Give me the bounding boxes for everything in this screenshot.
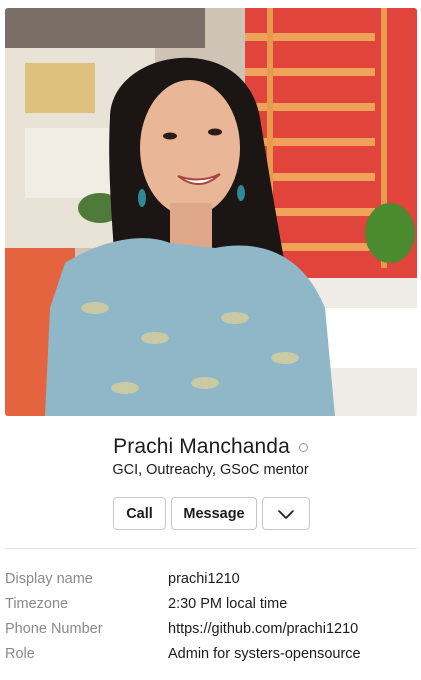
chevron-down-icon <box>278 509 294 519</box>
field-display-name: Display name prachi1210 <box>5 566 417 591</box>
profile-title: GCI, Outreachy, GSoC mentor <box>112 462 309 478</box>
field-role: Role Admin for systers-opensource <box>5 641 417 666</box>
field-phone-number: Phone Number https://github.com/prachi12… <box>5 616 417 641</box>
message-button[interactable]: Message <box>171 497 257 530</box>
profile-name: Prachi Manchanda <box>113 435 290 458</box>
field-value[interactable]: https://github.com/prachi1210 <box>168 621 358 637</box>
call-button[interactable]: Call <box>113 497 166 530</box>
field-timezone: Timezone 2:30 PM local time <box>5 591 417 616</box>
field-value: prachi1210 <box>168 570 240 587</box>
field-value: Admin for systers-opensource <box>168 645 361 662</box>
field-label: Role <box>5 645 35 662</box>
profile-fields: Display name prachi1210 Timezone 2:30 PM… <box>5 566 417 666</box>
field-label: Timezone <box>5 595 69 612</box>
field-label: Display name <box>5 570 93 587</box>
profile-photo-illustration <box>5 8 417 416</box>
field-value: 2:30 PM local time <box>168 595 288 612</box>
profile-photo <box>5 8 417 416</box>
more-actions-button[interactable] <box>262 497 310 530</box>
field-label: Phone Number <box>5 620 103 637</box>
divider <box>5 548 417 549</box>
profile-actions: Call Message <box>113 497 310 530</box>
presence-away-icon <box>298 442 308 452</box>
profile-header: Prachi Manchanda <box>0 435 421 459</box>
